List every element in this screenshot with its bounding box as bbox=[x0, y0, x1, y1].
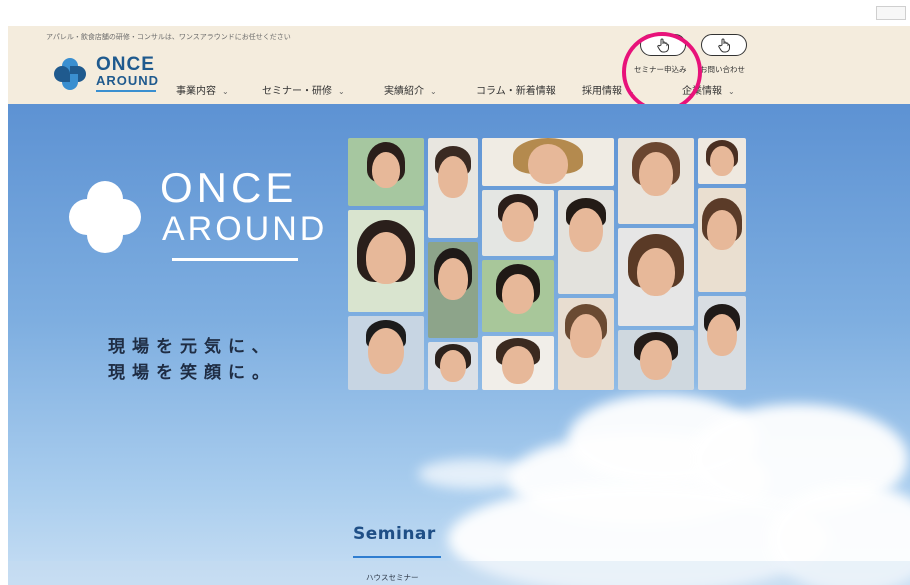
nav-label: 採用情報 bbox=[582, 86, 622, 97]
nav-item-column[interactable]: コラム・新着情報 bbox=[476, 82, 556, 97]
staff-photo bbox=[482, 138, 614, 186]
slogan-line-2: 現場を笑顔に。 bbox=[108, 363, 276, 383]
staff-photo bbox=[698, 138, 746, 184]
staff-photo bbox=[618, 330, 694, 390]
seminar-apply-label[interactable]: セミナー申込み bbox=[634, 64, 687, 75]
hand-pointer-icon bbox=[657, 38, 669, 53]
hero-logo-around: AROUND bbox=[162, 210, 328, 248]
nav-item-company[interactable]: 企業情報 ⌄ bbox=[682, 82, 735, 97]
nav-label: 事業内容 bbox=[176, 86, 216, 97]
page: アパレル・飲食店舗の研修・コンサルは、ワンスアラウンドにお任せください ONCE… bbox=[0, 0, 910, 585]
site-logo[interactable]: ONCE AROUND bbox=[46, 52, 166, 94]
four-petal-logo-icon bbox=[69, 181, 141, 253]
hero-logo: ONCE AROUND bbox=[60, 164, 324, 274]
chevron-down-icon: ⌄ bbox=[430, 87, 437, 96]
four-petal-logo-icon bbox=[54, 58, 86, 90]
hero-section: ONCE AROUND 現場を元気に、 現場を笑顔に。 Seminar ハウスセ… bbox=[8, 104, 910, 585]
chevron-down-icon: ⌄ bbox=[628, 87, 635, 96]
chevron-down-icon: ⌄ bbox=[222, 87, 229, 96]
staff-photo bbox=[348, 210, 424, 312]
site-header: アパレル・飲食店舗の研修・コンサルは、ワンスアラウンドにお任せください ONCE… bbox=[8, 26, 910, 112]
staff-photo bbox=[698, 296, 746, 390]
staff-photo bbox=[618, 228, 694, 326]
nav-label: 実績紹介 bbox=[384, 86, 424, 97]
staff-photo bbox=[618, 138, 694, 224]
chevron-down-icon: ⌄ bbox=[338, 87, 345, 96]
staff-photo bbox=[348, 316, 424, 390]
staff-photo bbox=[482, 260, 554, 332]
nav-item-recruit[interactable]: 採用情報 ⌄ bbox=[582, 82, 635, 97]
section-band bbox=[8, 561, 910, 585]
browser-top-strip bbox=[0, 0, 910, 26]
hero-logo-underline bbox=[172, 258, 298, 261]
window-control[interactable] bbox=[876, 6, 906, 20]
staff-photo bbox=[428, 342, 478, 390]
header-tagline: アパレル・飲食店舗の研修・コンサルは、ワンスアラウンドにお任せください bbox=[46, 33, 291, 41]
contact-button[interactable] bbox=[701, 34, 747, 56]
section-title-seminar: Seminar bbox=[353, 524, 436, 544]
nav-item-results[interactable]: 実績紹介 ⌄ bbox=[384, 82, 437, 97]
staff-photo bbox=[698, 188, 746, 292]
staff-photo bbox=[482, 190, 554, 256]
logo-underline bbox=[96, 90, 156, 92]
slogan-line-1: 現場を元気に、 bbox=[108, 337, 276, 357]
nav-item-business[interactable]: 事業内容 ⌄ bbox=[176, 82, 229, 97]
staff-photo bbox=[558, 190, 614, 294]
contact-label[interactable]: お問い合わせ bbox=[700, 64, 745, 75]
logo-text-around: AROUND bbox=[96, 73, 160, 88]
nav-label: セミナー・研修 bbox=[262, 86, 332, 97]
staff-photo bbox=[428, 242, 478, 338]
staff-photo bbox=[348, 138, 424, 206]
hero-logo-once: ONCE bbox=[160, 164, 298, 211]
chevron-down-icon: ⌄ bbox=[728, 87, 735, 96]
staff-photo bbox=[428, 138, 478, 238]
seminar-apply-button[interactable] bbox=[640, 34, 686, 56]
nav-item-seminar[interactable]: セミナー・研修 ⌄ bbox=[262, 82, 345, 97]
hero-slogan: 現場を元気に、 現場を笑顔に。 bbox=[108, 334, 276, 386]
nav-label: コラム・新着情報 bbox=[476, 86, 556, 97]
staff-photo-collage bbox=[348, 138, 748, 390]
hand-pointer-icon bbox=[718, 38, 730, 53]
staff-photo bbox=[482, 336, 554, 390]
section-title-underline bbox=[353, 556, 441, 558]
section-subtitle[interactable]: ハウスセミナー bbox=[366, 572, 419, 583]
nav-label: 企業情報 bbox=[682, 86, 722, 97]
cloud bbox=[418, 459, 528, 489]
staff-photo bbox=[558, 298, 614, 390]
